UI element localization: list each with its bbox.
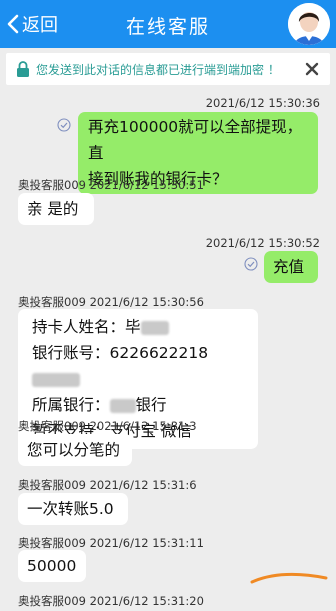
sent-message-bubble[interactable]: 充值 (264, 251, 318, 283)
sender-name: 奥投客服009 (18, 478, 86, 492)
message-header: 奥投客服009 2021/6/12 15:31:6 (18, 477, 197, 493)
message-timestamp: 2021/6/12 15:31:20 (89, 594, 204, 608)
received-message-bubble[interactable]: 您可以分笔的 (18, 434, 132, 466)
sender-name: 奥投客服009 (18, 295, 86, 309)
sender-name: 奥投客服009 (18, 178, 86, 192)
received-message-bubble[interactable]: 亲 是的 (18, 193, 94, 225)
message-text: 一次转账5.0 (27, 500, 114, 518)
message-text: 亲 是的 (27, 200, 79, 218)
sender-name: 奥投客服009 (18, 594, 86, 608)
avatar[interactable] (288, 3, 330, 45)
message-header: 奥投客服009 2021/6/12 15:31:20 (18, 593, 204, 609)
read-check-icon (244, 257, 258, 271)
message-header: 奥投客服009 2021/6/12 15:30:56 (18, 294, 204, 310)
annotation-underline (250, 573, 328, 584)
message-text: 50000 (27, 557, 77, 575)
message-timestamp: 2021/6/12 15:31:11 (89, 536, 204, 550)
message-timestamp: 2021/6/12 15:30:56 (89, 295, 204, 309)
notice-text: 您发送到此对话的信息都已进行端到端加密 ！ (36, 62, 280, 77)
message-header: 奥投客服009 2021/6/12 15:31:3 (18, 418, 197, 434)
message-timestamp: 2021/6/12 15:30:51 (89, 178, 204, 192)
header-bar: 返回 在线客服 (0, 0, 336, 48)
close-icon[interactable] (302, 59, 322, 79)
received-message-bubble[interactable]: 50000 (18, 550, 86, 582)
redacted-mask (140, 320, 169, 335)
message-timestamp: 2021/6/12 15:30:36 (205, 96, 320, 110)
sender-name: 奥投客服009 (18, 419, 86, 433)
received-message-bubble[interactable]: 一次转账5.0 (18, 493, 128, 525)
read-check-icon (57, 118, 71, 132)
bank-label: 所属银行： (32, 396, 110, 414)
message-text-line: 持卡人姓名：毕 (32, 314, 244, 340)
message-timestamp: 2021/6/12 15:30:52 (205, 236, 320, 250)
lock-icon (17, 61, 29, 77)
redacted-mask (32, 372, 80, 387)
message-timestamp: 2021/6/12 15:31:6 (89, 478, 197, 492)
message-timestamp: 2021/6/12 15:31:3 (89, 419, 197, 433)
message-text: 您可以分笔的 (27, 441, 121, 459)
message-header: 奥投客服009 2021/6/12 15:31:11 (18, 535, 204, 551)
message-text: 充值 (273, 258, 305, 276)
message-header: 奥投客服009 2021/6/12 15:30:51 (18, 177, 204, 193)
message-text-line: 银行账号：6226622218 (32, 340, 244, 392)
account-number: 银行账号：6226622218 (32, 344, 209, 362)
page-title: 在线客服 (125, 16, 210, 38)
cardholder-name: 持卡人姓名：毕 (32, 318, 141, 336)
message-text-line: 所属银行： 银行 (32, 392, 244, 418)
encryption-notice: 您发送到此对话的信息都已进行端到端加密 ！ (6, 53, 330, 85)
bank-suffix: 银行 (135, 396, 167, 414)
redacted-mask (109, 398, 136, 413)
agent-avatar-icon (288, 3, 330, 45)
sender-name: 奥投客服009 (18, 536, 86, 550)
message-text-line: 再充100000就可以全部提现，直 (88, 118, 303, 162)
